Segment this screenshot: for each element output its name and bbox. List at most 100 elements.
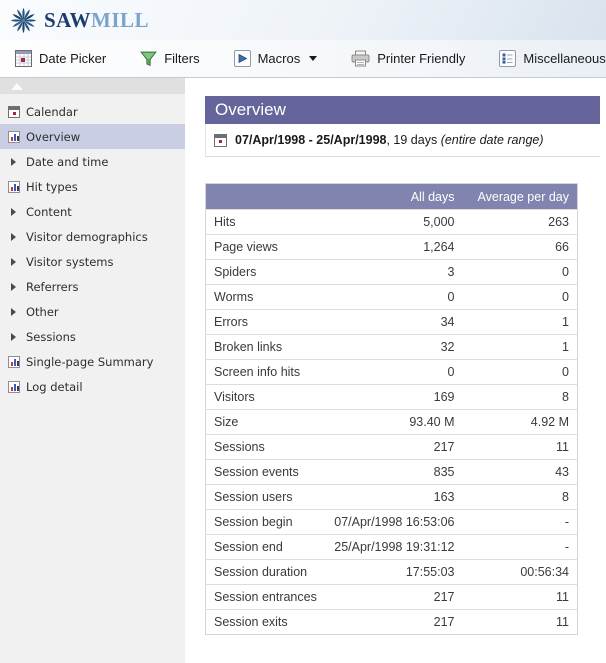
metric-label: Session entrances <box>206 585 323 610</box>
metric-label: Worms <box>206 285 323 310</box>
sidebar-item-content[interactable]: Content <box>0 199 185 224</box>
logo-mill-text: MILL <box>91 8 149 32</box>
bar-chart-icon <box>8 356 20 368</box>
date-range-bar: 07/Apr/1998 - 25/Apr/1998, 19 days (enti… <box>205 124 600 157</box>
macro-play-icon <box>234 50 251 67</box>
table-row: Worms00 <box>206 285 578 310</box>
table-row: Size93.40 M4.92 M <box>206 410 578 435</box>
all-days-value: 17:55:03 <box>323 560 463 585</box>
sidebar-item-single-page-summary[interactable]: Single-page Summary <box>0 349 185 374</box>
avg-per-day-value: 11 <box>463 610 578 635</box>
expand-arrow-icon <box>11 308 16 316</box>
date-picker-button[interactable]: Date Picker <box>15 50 106 67</box>
date-range-note: (entire date range) <box>441 133 544 147</box>
all-days-value: 1,264 <box>323 235 463 260</box>
column-header-metric <box>206 184 323 210</box>
avg-per-day-value: 11 <box>463 585 578 610</box>
table-row: Session entrances21711 <box>206 585 578 610</box>
printer-friendly-button[interactable]: Printer Friendly <box>351 50 465 67</box>
avg-per-day-value: 0 <box>463 260 578 285</box>
sidebar-scroll-up[interactable] <box>0 78 185 94</box>
all-days-value: 217 <box>323 585 463 610</box>
sidebar-item-label: Referrers <box>26 280 78 294</box>
metric-label: Visitors <box>206 385 323 410</box>
sidebar-item-visitor-demographics[interactable]: Visitor demographics <box>0 224 185 249</box>
scroll-up-arrow-icon <box>11 83 23 90</box>
avg-per-day-value: - <box>463 535 578 560</box>
sidebar-item-hit-types[interactable]: Hit types <box>0 174 185 199</box>
sidebar-item-overview[interactable]: Overview <box>0 124 185 149</box>
calendar-report-icon <box>8 106 20 118</box>
table-row: Session begin07/Apr/1998 16:53:06- <box>206 510 578 535</box>
column-header-all-days: All days <box>323 184 463 210</box>
calendar-icon <box>15 50 32 67</box>
metric-label: Session end <box>206 535 323 560</box>
sawmill-fan-logo-icon <box>10 7 37 34</box>
macros-button[interactable]: Macros <box>234 50 318 67</box>
all-days-value: 163 <box>323 485 463 510</box>
table-header-row: All days Average per day <box>206 184 578 210</box>
table-row: Session end25/Apr/1998 19:31:12- <box>206 535 578 560</box>
date-range-value: 07/Apr/1998 - 25/Apr/1998 <box>235 133 386 147</box>
avg-per-day-value: 0 <box>463 360 578 385</box>
table-row: Screen info hits00 <box>206 360 578 385</box>
avg-per-day-value: 1 <box>463 335 578 360</box>
all-days-value: 217 <box>323 435 463 460</box>
sidebar-item-label: Date and time <box>26 155 108 169</box>
metric-label: Session events <box>206 460 323 485</box>
sidebar-item-other[interactable]: Other <box>0 299 185 324</box>
avg-per-day-value: 4.92 M <box>463 410 578 435</box>
report-main-panel: Overview 07/Apr/1998 - 25/Apr/1998, 19 d… <box>185 78 606 663</box>
table-row: Sessions21711 <box>206 435 578 460</box>
date-range-days: , 19 days <box>386 133 440 147</box>
dropdown-arrow-icon <box>309 56 317 61</box>
metric-label: Hits <box>206 210 323 235</box>
filters-button[interactable]: Filters <box>140 51 199 67</box>
report-sidebar: Calendar Overview Date and time Hit type… <box>0 78 185 663</box>
avg-per-day-value: 0 <box>463 285 578 310</box>
miscellaneous-button[interactable]: Miscellaneous <box>499 50 606 67</box>
all-days-value: 34 <box>323 310 463 335</box>
sidebar-item-label: Single-page Summary <box>26 355 153 369</box>
toolbar: Date Picker Filters Macros Printer Frien… <box>0 40 606 78</box>
page-title: Overview <box>205 96 600 124</box>
metric-label: Session begin <box>206 510 323 535</box>
sidebar-item-referrers[interactable]: Referrers <box>0 274 185 299</box>
date-range-text: 07/Apr/1998 - 25/Apr/1998, 19 days (enti… <box>235 133 544 147</box>
metric-label: Session duration <box>206 560 323 585</box>
sidebar-item-label: Visitor demographics <box>26 230 148 244</box>
sidebar-item-label: Visitor systems <box>26 255 114 269</box>
metric-label: Errors <box>206 310 323 335</box>
bar-chart-icon <box>8 381 20 393</box>
sidebar-item-date-and-time[interactable]: Date and time <box>0 149 185 174</box>
all-days-value: 93.40 M <box>323 410 463 435</box>
sidebar-item-label: Other <box>26 305 59 319</box>
sidebar-item-sessions[interactable]: Sessions <box>0 324 185 349</box>
table-row: Visitors1698 <box>206 385 578 410</box>
expand-arrow-icon <box>11 233 16 241</box>
all-days-value: 217 <box>323 610 463 635</box>
printer-icon <box>351 50 370 67</box>
avg-per-day-value: 66 <box>463 235 578 260</box>
sidebar-item-log-detail[interactable]: Log detail <box>0 374 185 399</box>
expand-arrow-icon <box>11 158 16 166</box>
metric-label: Sessions <box>206 435 323 460</box>
sidebar-item-calendar[interactable]: Calendar <box>0 99 185 124</box>
bar-chart-icon <box>8 181 20 193</box>
filter-funnel-icon <box>140 51 157 67</box>
app-header: SAWMILL <box>0 0 606 40</box>
table-row: Spiders30 <box>206 260 578 285</box>
table-row: Session duration17:55:0300:56:34 <box>206 560 578 585</box>
avg-per-day-value: 1 <box>463 310 578 335</box>
all-days-value: 0 <box>323 285 463 310</box>
metric-label: Screen info hits <box>206 360 323 385</box>
sidebar-item-label: Hit types <box>26 180 78 194</box>
table-row: Session exits21711 <box>206 610 578 635</box>
table-row: Errors341 <box>206 310 578 335</box>
all-days-value: 3 <box>323 260 463 285</box>
avg-per-day-value: - <box>463 510 578 535</box>
macros-label: Macros <box>258 51 301 66</box>
sidebar-item-visitor-systems[interactable]: Visitor systems <box>0 249 185 274</box>
metric-label: Size <box>206 410 323 435</box>
metric-label: Session exits <box>206 610 323 635</box>
